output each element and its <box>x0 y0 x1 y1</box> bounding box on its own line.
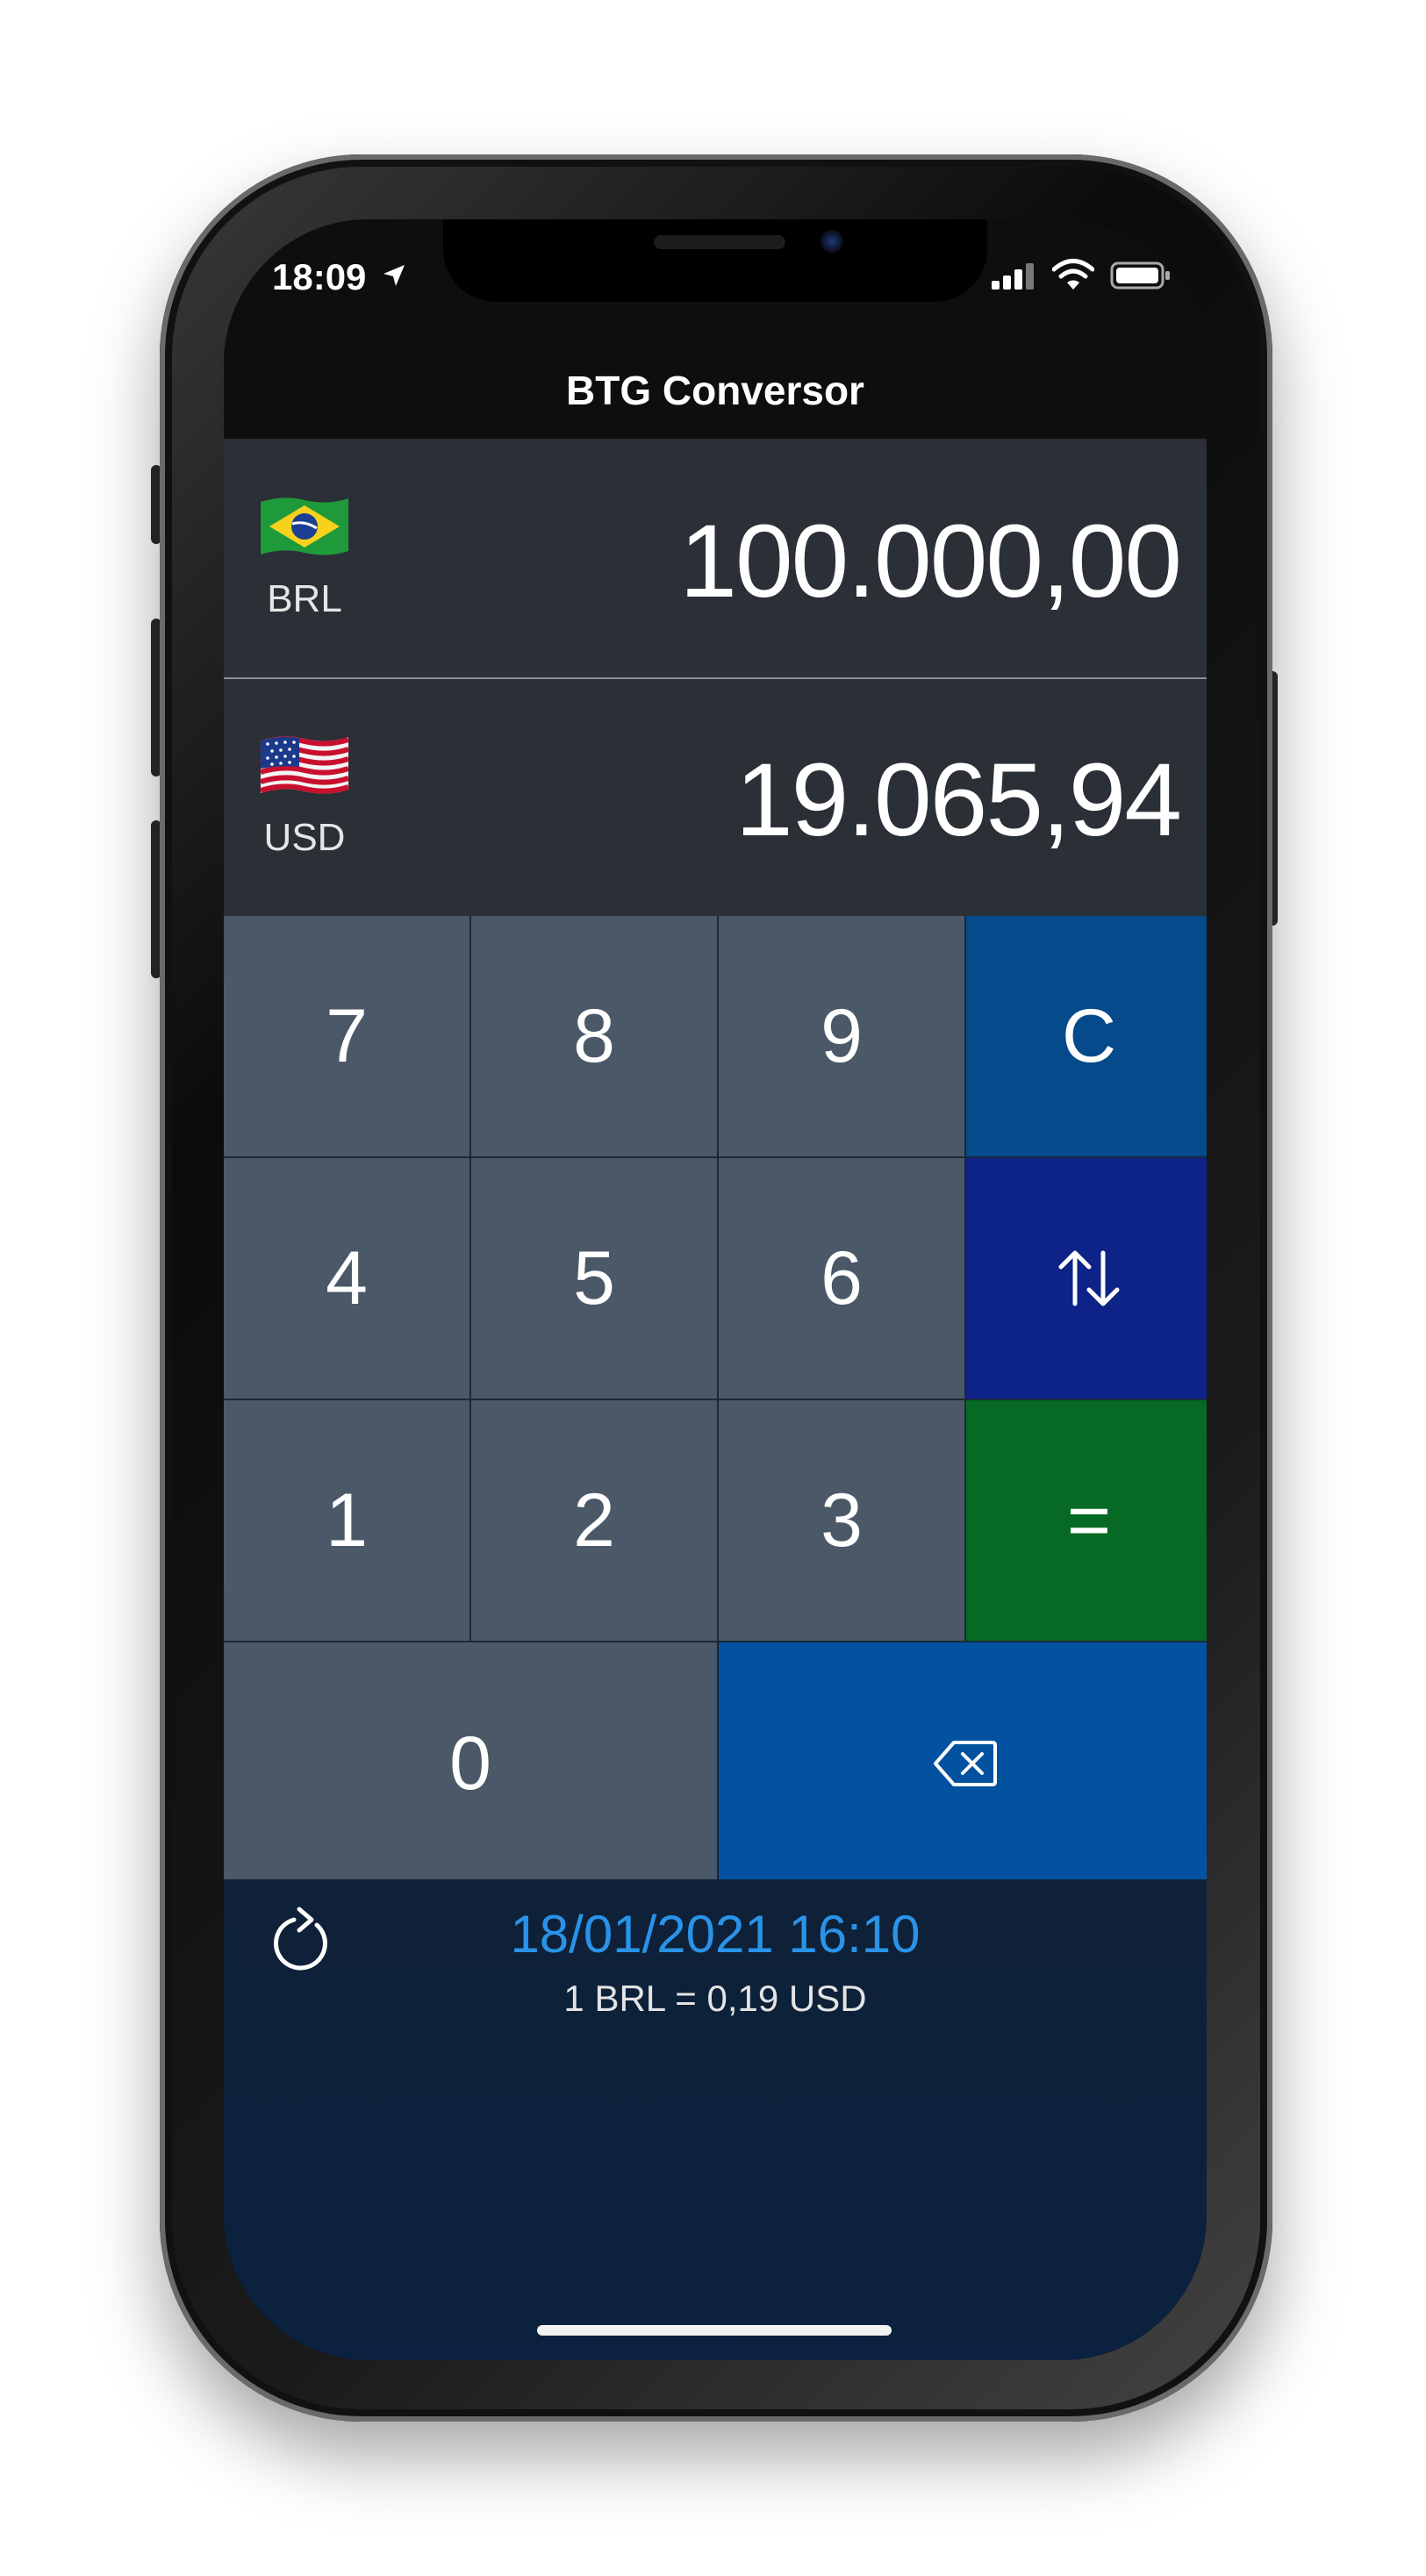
currency-row-usd[interactable]: USD 19.065,94 <box>224 679 1207 916</box>
equals-button[interactable]: = <box>966 1400 1207 1641</box>
clear-button[interactable]: C <box>966 916 1207 1156</box>
key-2[interactable]: 2 <box>471 1400 717 1641</box>
key-9[interactable]: 9 <box>719 916 964 1156</box>
currency-code-usd: USD <box>263 816 346 859</box>
location-arrow-icon <box>383 265 405 286</box>
us-flag-icon <box>260 736 349 794</box>
home-indicator[interactable] <box>537 2325 892 2336</box>
key-7[interactable]: 7 <box>224 916 469 1156</box>
battery-icon <box>1110 261 1170 290</box>
nav-bar: BTG Conversor <box>224 342 1207 440</box>
front-camera <box>820 230 843 253</box>
earpiece-speaker <box>654 235 785 249</box>
key-0[interactable]: 0 <box>224 1642 717 1885</box>
key-1[interactable]: 1 <box>224 1400 469 1641</box>
currency-code-brl: BRL <box>267 577 342 620</box>
key-6[interactable]: 6 <box>719 1158 964 1399</box>
last-update-time: 18/01/2021 16:10 <box>510 1905 921 1964</box>
cellular-signal-icon <box>992 263 1034 290</box>
notch <box>443 219 987 302</box>
key-4[interactable]: 4 <box>224 1158 469 1399</box>
key-3[interactable]: 3 <box>719 1400 964 1641</box>
amount-brl[interactable]: 100.000,00 <box>679 502 1182 621</box>
swap-currencies-button[interactable] <box>966 1158 1207 1399</box>
key-8[interactable]: 8 <box>471 916 717 1156</box>
phone-screen: 18:09 BTG Conversor BRL 100.000,00 USD 1… <box>224 219 1207 2360</box>
status-time: 18:09 <box>272 256 367 297</box>
brazil-flag-icon <box>261 497 348 555</box>
key-5[interactable]: 5 <box>471 1158 717 1399</box>
amount-usd[interactable]: 19.065,94 <box>735 741 1182 860</box>
keypad: 7 8 9 C 4 5 6 1 2 3 = 0 <box>224 916 1207 1885</box>
backspace-button[interactable] <box>719 1642 1207 1885</box>
backspace-icon <box>934 1741 997 1786</box>
exchange-rate: 1 BRL = 0,19 USD <box>563 1978 867 2019</box>
app-title: BTG Conversor <box>566 368 864 413</box>
currency-row-brl[interactable]: BRL 100.000,00 <box>224 440 1207 679</box>
swap-arrows-icon <box>1058 1250 1120 1306</box>
rate-footer: 18/01/2021 16:10 1 BRL = 0,19 USD <box>224 1879 1207 2360</box>
wifi-icon <box>1052 259 1094 290</box>
